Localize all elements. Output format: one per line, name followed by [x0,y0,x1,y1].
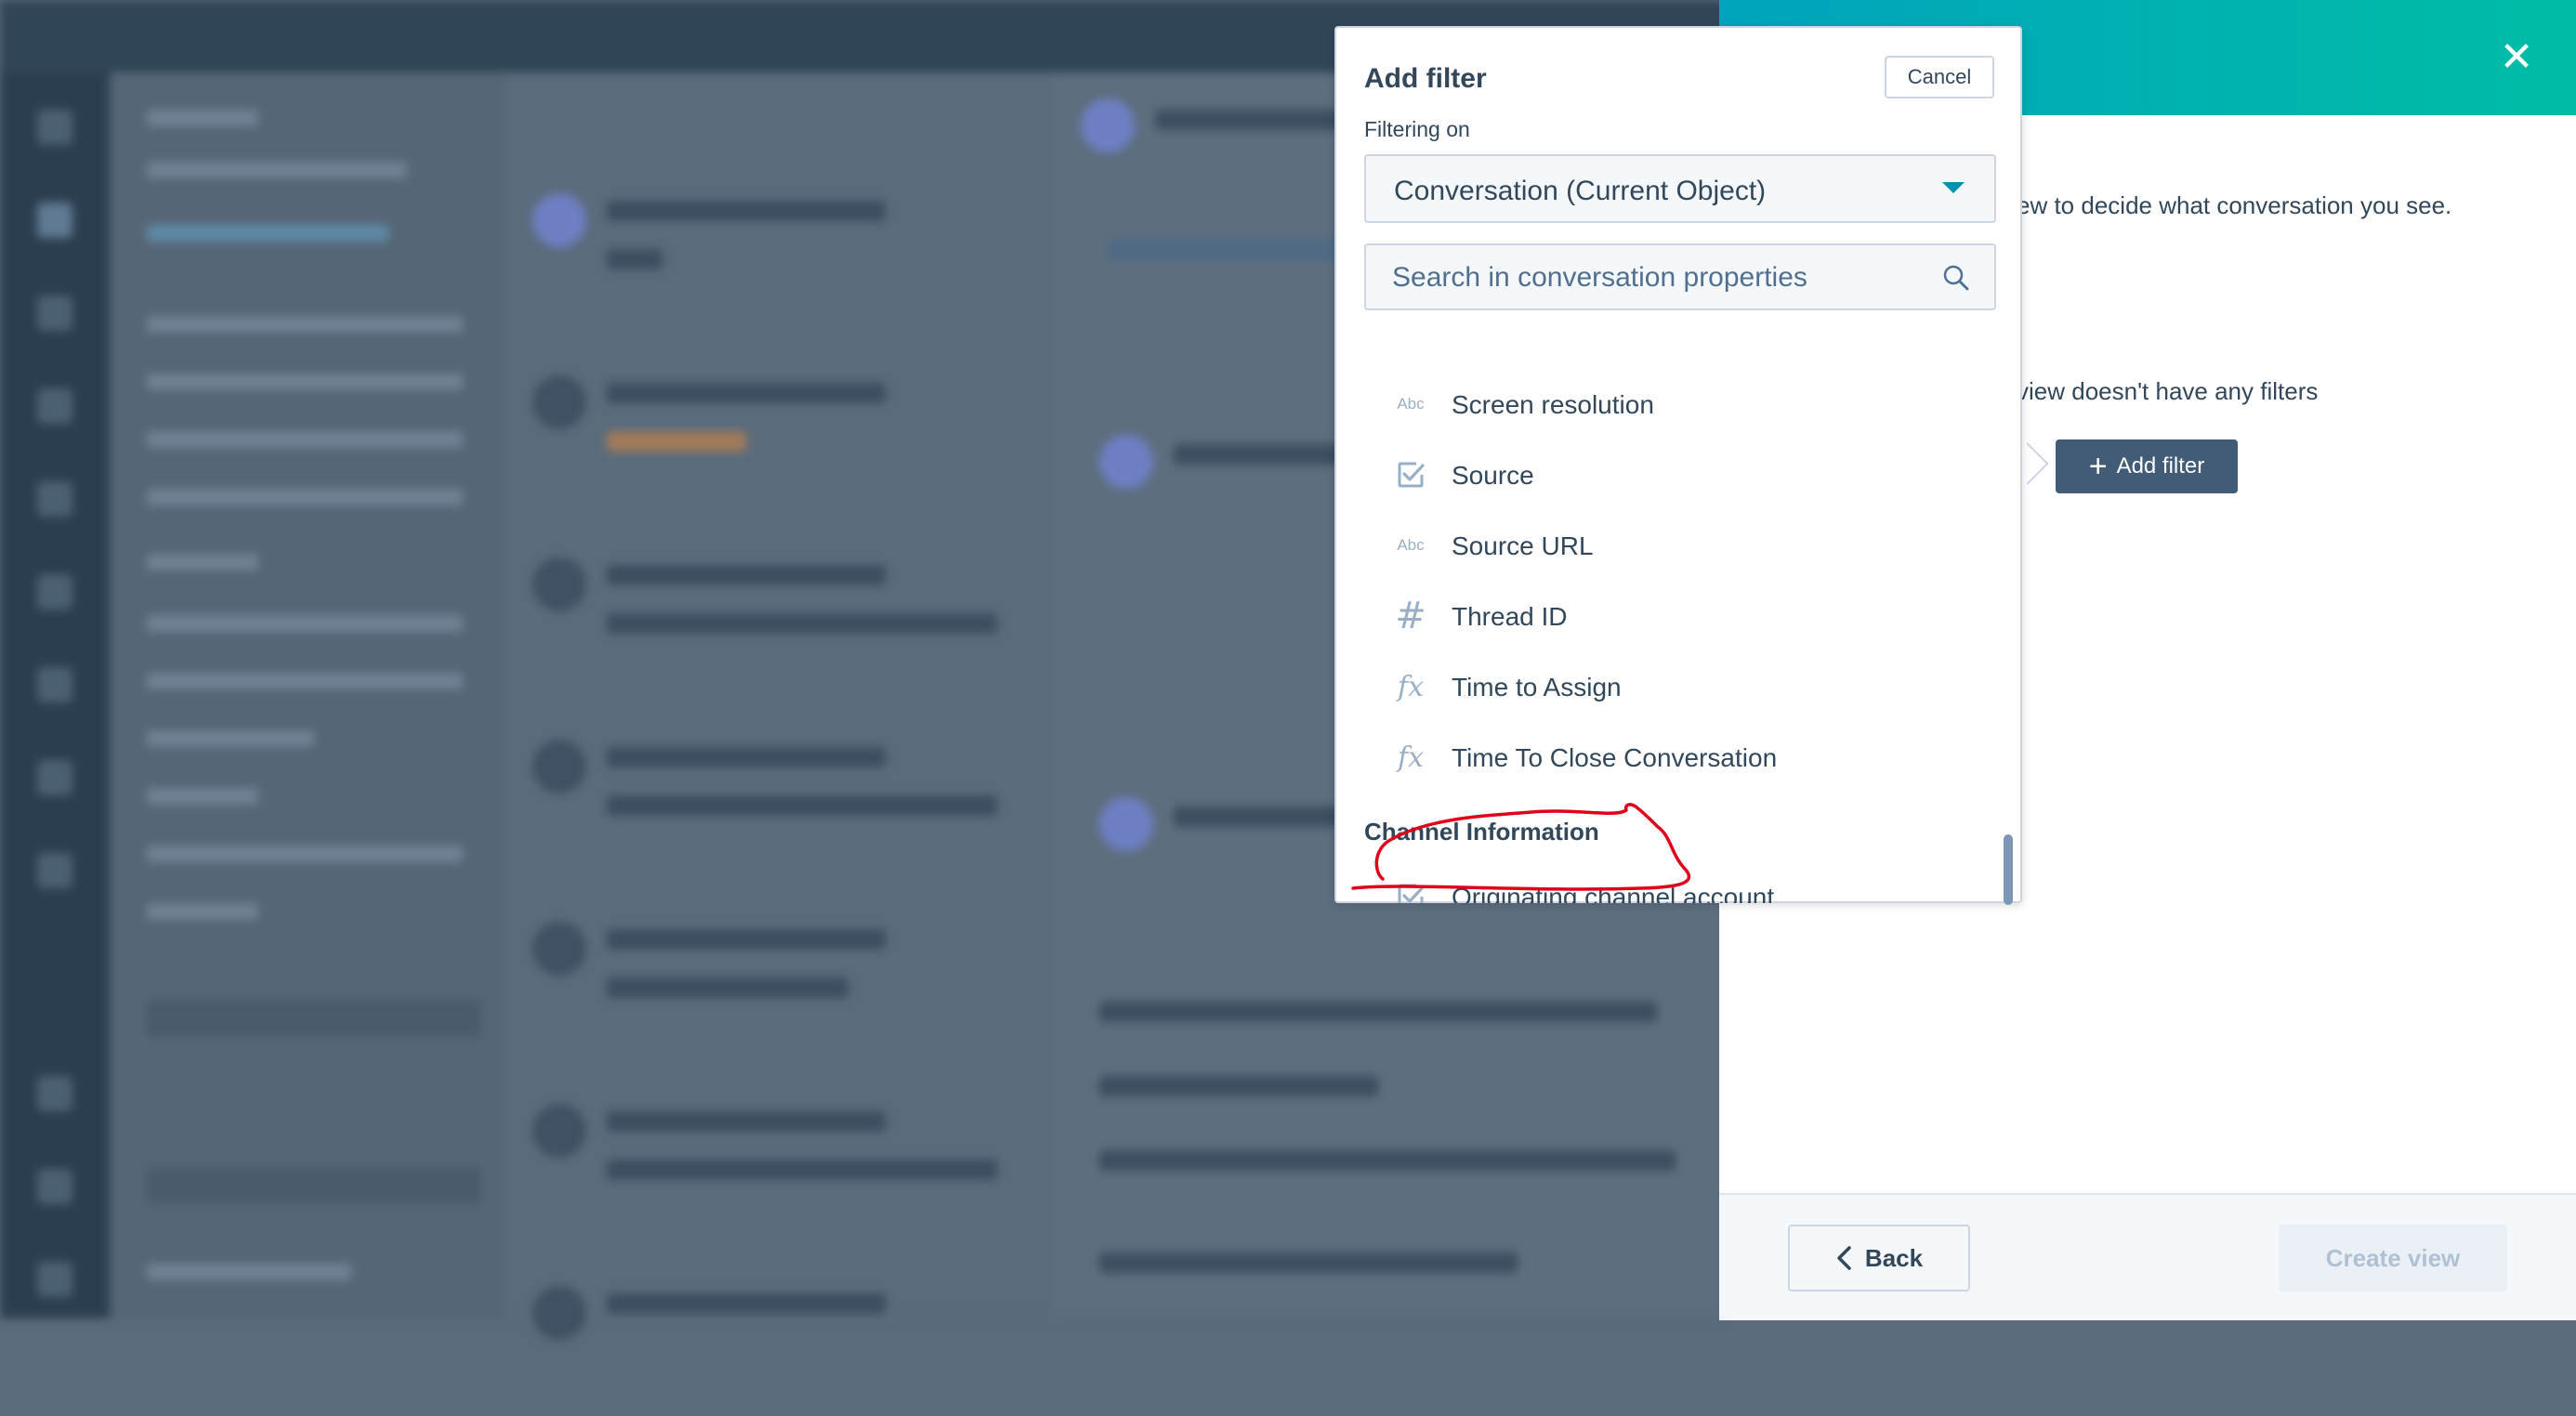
property-item-originating-channel-account[interactable]: Originating channel account [1336,864,1987,903]
checkbox-icon [1394,458,1427,492]
object-select-value: Conversation (Current Object) [1394,176,1767,206]
property-search-box[interactable] [1364,243,1996,310]
background-sidebar [110,72,505,1318]
abc-icon: Abc [1397,395,1425,413]
function-icon: fx [1397,670,1425,703]
property-item-time-to-close[interactable]: fx Time To Close Conversation [1336,725,1987,790]
back-button[interactable]: Back [1788,1225,1970,1291]
add-filter-label: Add filter [2116,453,2205,479]
chevron-left-icon [1837,1246,1851,1270]
property-label: Thread ID [1452,602,1568,631]
property-label: Screen resolution [1452,390,1654,419]
back-label: Back [1864,1243,1924,1272]
panel-description: ew to decide what conversation you see. [2017,191,2452,219]
search-icon [1943,265,1969,291]
background-nav [0,72,110,1318]
popover-title: Add filter [1364,63,1487,94]
object-select-dropdown[interactable]: Conversation (Current Object) [1364,154,1996,223]
add-filter-button[interactable]: + Add filter [2056,439,2238,493]
add-filter-popover: Add filter Cancel Filtering on Conversat… [1334,26,2022,905]
no-filters-text: view doesn't have any filters [2017,377,2319,405]
property-item-screen-resolution[interactable]: Abc Screen resolution [1336,372,1987,437]
property-list-scrollbar[interactable] [2004,834,2013,905]
property-label: Source [1452,461,1534,490]
filtering-on-label: Filtering on [1364,117,1470,141]
section-heading-channel-information: Channel Information [1364,818,1599,846]
function-icon: fx [1397,741,1425,774]
property-label: Source URL [1452,531,1594,560]
checkbox-icon [1394,880,1427,903]
property-label: Time To Close Conversation [1452,743,1778,772]
create-view-label: Create view [2325,1243,2461,1272]
property-label: Originating channel account [1452,883,1775,903]
caret-down-icon [1942,182,1965,193]
abc-icon: Abc [1397,536,1425,554]
property-item-source[interactable]: Source [1336,442,1987,507]
property-search-input[interactable] [1390,258,1933,297]
create-view-button[interactable]: Create view [2279,1225,2507,1291]
plus-icon: + [2088,449,2108,484]
background-conversation-list [505,72,1053,1340]
property-label: Time to Assign [1452,673,1622,701]
property-list: Abc Screen resolution Source Abc Source … [1336,334,2022,903]
panel-footer: Back Create view [1719,1193,2576,1320]
property-item-thread-id[interactable]: # Thread ID [1336,583,1987,649]
property-item-source-url[interactable]: Abc Source URL [1336,513,1987,578]
property-item-time-to-assign[interactable]: fx Time to Assign [1336,654,1987,719]
cancel-button[interactable]: Cancel [1885,56,1994,98]
close-icon[interactable]: ✕ [2496,37,2537,78]
hash-icon: # [1395,595,1426,637]
